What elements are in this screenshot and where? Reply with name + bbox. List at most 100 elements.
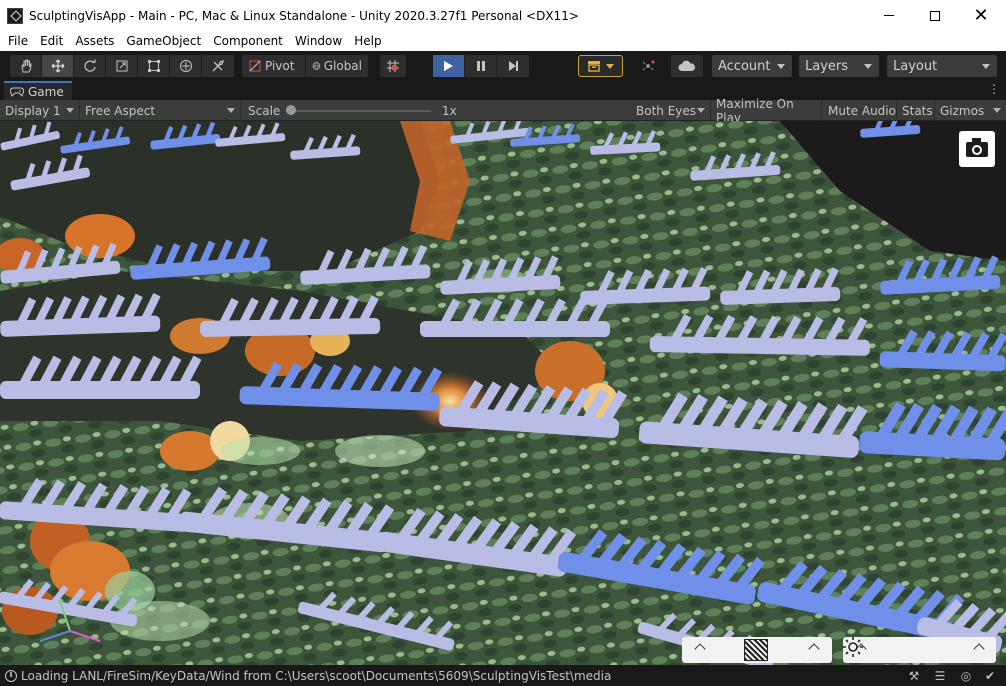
pivot-toggle[interactable]: Pivot [242, 55, 306, 77]
gizmos-label: Gizmos [940, 103, 985, 118]
display-dropdown[interactable]: Display 1 [0, 100, 80, 121]
chevron-up-icon[interactable] [808, 643, 820, 655]
custom-tool-button[interactable] [202, 55, 234, 77]
scale-slider-thumb[interactable] [286, 105, 296, 115]
grid-snap-icon [387, 60, 399, 72]
move-tool-button[interactable] [42, 55, 74, 77]
window-title-bar: SculptingVisApp - Main - PC, Mac & Linux… [0, 0, 1006, 31]
status-message: Loading LANL/FireSim/KeyData/Wind from C… [21, 668, 612, 683]
maximize-on-play-toggle[interactable]: Maximize On Play [711, 97, 822, 125]
lighting-control [843, 637, 996, 663]
menu-gameobject[interactable]: GameObject [120, 31, 207, 51]
menu-edit[interactable]: Edit [34, 31, 69, 51]
scale-tool-button[interactable] [106, 55, 138, 77]
both-eyes-dropdown[interactable]: Both Eyes [631, 100, 711, 121]
layers-label: Layers [805, 58, 849, 74]
rotate-tool-button[interactable] [74, 55, 106, 77]
screenshot-button[interactable] [959, 131, 995, 167]
window-title: SculptingVisApp - Main - PC, Mac & Linux… [29, 8, 579, 23]
close-button[interactable]: ✕ [958, 0, 1004, 31]
scale-slider-track[interactable] [291, 110, 431, 112]
scale-label: Scale [248, 103, 281, 118]
account-caret-icon [777, 64, 785, 69]
transform-tool-button[interactable] [170, 55, 202, 77]
hatch-pattern-icon[interactable] [744, 639, 768, 661]
cache-server-icon[interactable]: ☰ [932, 668, 948, 684]
chevron-up-icon[interactable] [973, 643, 985, 655]
global-toggle[interactable]: Global [306, 55, 368, 77]
camera-icon [966, 137, 988, 157]
menu-assets[interactable]: Assets [69, 31, 120, 51]
tab-game[interactable]: Game [4, 81, 72, 100]
stats-label: Stats [902, 103, 933, 118]
menu-window[interactable]: Window [289, 31, 348, 51]
minimize-icon [884, 15, 894, 16]
collab-caret-icon [606, 63, 614, 69]
wind-visualization-scene [0, 121, 1006, 665]
menu-bar: File Edit Assets GameObject Component Wi… [0, 31, 1006, 51]
services-button[interactable] [632, 55, 664, 77]
rect-tool-icon [147, 60, 160, 72]
gizmos-dropdown[interactable]: Gizmos [935, 100, 1006, 121]
globe-icon [312, 62, 321, 70]
pivot-label: Pivot [265, 59, 295, 73]
mute-audio-toggle[interactable]: Mute Audio [823, 100, 897, 121]
pivot-icon [249, 60, 261, 72]
game-view-toolbar: Display 1 Free Aspect Scale 1x Both Eyes… [0, 97, 1006, 125]
gizmos-caret-icon [993, 108, 1001, 113]
chevron-up-icon[interactable] [694, 643, 706, 655]
menu-file[interactable]: File [0, 31, 34, 51]
progress-ok-icon[interactable]: ✔ [982, 668, 998, 684]
pattern-control [682, 637, 832, 663]
gamepad-icon [10, 87, 24, 97]
maximize-button[interactable] [912, 0, 958, 31]
global-label: Global [323, 59, 362, 73]
minimize-button[interactable] [866, 0, 912, 31]
game-tab-label: Game [28, 84, 64, 99]
grid-snap-button[interactable] [380, 55, 406, 77]
scale-value-label: 1x [442, 103, 457, 118]
playmode-controls [433, 55, 529, 77]
step-button[interactable] [497, 55, 529, 77]
collab-button[interactable] [578, 55, 623, 77]
services-group [632, 55, 664, 77]
collab-status-icon[interactable]: ◎ [958, 668, 974, 684]
sun-icon[interactable] [843, 637, 863, 657]
unity-app-icon [7, 7, 23, 24]
aspect-dropdown[interactable]: Free Aspect [80, 100, 241, 121]
info-icon: i [5, 669, 17, 682]
cloud-button[interactable] [671, 55, 703, 77]
services-icon [642, 60, 655, 71]
debug-off-icon[interactable]: ⚒ [906, 668, 922, 684]
game-viewport[interactable] [0, 121, 1006, 665]
collab-box-icon [588, 61, 600, 72]
aspect-label: Free Aspect [85, 103, 156, 118]
main-toolbar: Pivot Global Account Layers Layout [0, 51, 1006, 81]
layout-dropdown[interactable]: Layout [887, 55, 997, 77]
aspect-caret-icon [227, 108, 235, 113]
game-tab-bar: Game ⋮ [0, 81, 1006, 100]
menu-component[interactable]: Component [207, 31, 289, 51]
stats-toggle[interactable]: Stats [897, 100, 935, 121]
custom-tool-icon [212, 59, 225, 72]
play-button[interactable] [433, 55, 465, 77]
transform-tool-icon [179, 60, 192, 72]
cloud-group [671, 55, 703, 77]
menu-help[interactable]: Help [348, 31, 387, 51]
rect-tool-button[interactable] [138, 55, 170, 77]
hand-tool-icon [20, 59, 32, 73]
hand-tool-button[interactable] [10, 55, 42, 77]
status-bar: i Loading LANL/FireSim/KeyData/Wind from… [0, 665, 1006, 686]
layers-dropdown[interactable]: Layers [799, 55, 879, 77]
pause-button[interactable] [465, 55, 497, 77]
more-options-icon[interactable]: ⋮ [988, 82, 1000, 96]
step-icon [508, 61, 518, 71]
scale-value: 1x [437, 100, 467, 121]
account-dropdown[interactable]: Account [712, 55, 792, 77]
rotate-tool-icon [83, 59, 96, 72]
pause-icon [476, 61, 485, 71]
display-caret-icon [66, 108, 74, 113]
close-icon: ✕ [973, 4, 989, 26]
account-label: Account [718, 58, 771, 74]
pivot-global-group: Pivot Global [242, 55, 368, 77]
